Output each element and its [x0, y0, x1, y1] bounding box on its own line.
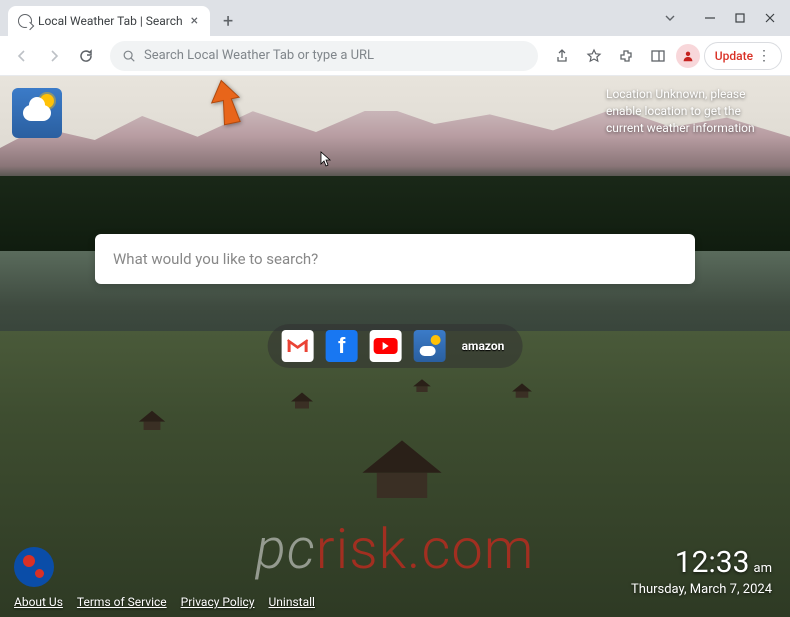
- menu-dots-icon: ⋮: [757, 49, 771, 63]
- search-box[interactable]: [95, 234, 695, 284]
- browser-toolbar: Search Local Weather Tab or type a URL U…: [0, 36, 790, 76]
- page-content: Location Unknown, please enable location…: [0, 76, 790, 617]
- bookmark-icon[interactable]: [580, 42, 608, 70]
- annotation-arrow-icon: [206, 78, 246, 128]
- titlebar: Local Weather Tab | Search × +: [0, 0, 790, 36]
- quicklink-gmail[interactable]: [282, 330, 314, 362]
- footer-link-uninstall[interactable]: Uninstall: [269, 595, 315, 609]
- back-button[interactable]: [8, 42, 36, 70]
- quicklink-weather[interactable]: [414, 330, 446, 362]
- search-favicon-icon: [18, 14, 32, 28]
- footer-links: About Us Terms of Service Privacy Policy…: [14, 595, 315, 609]
- window-controls: [656, 6, 784, 30]
- extensions-icon[interactable]: [612, 42, 640, 70]
- forward-button[interactable]: [40, 42, 68, 70]
- tab-close-icon[interactable]: ×: [189, 13, 200, 29]
- clock-date: Thursday, March 7, 2024: [631, 582, 772, 597]
- omnibox-placeholder: Search Local Weather Tab or type a URL: [144, 48, 374, 63]
- footer-badge-icon[interactable]: [14, 547, 54, 587]
- quicklink-youtube[interactable]: [370, 330, 402, 362]
- new-tab-button[interactable]: +: [214, 7, 242, 35]
- maximize-button[interactable]: [726, 6, 754, 30]
- search-input[interactable]: [113, 250, 677, 268]
- location-message: Location Unknown, please enable location…: [606, 86, 776, 136]
- weather-logo-icon[interactable]: [12, 88, 62, 138]
- update-button[interactable]: Update ⋮: [704, 42, 782, 70]
- clock-time: 12:33am: [631, 545, 772, 580]
- reload-button[interactable]: [72, 42, 100, 70]
- footer-link-privacy[interactable]: Privacy Policy: [181, 595, 255, 609]
- minimize-button[interactable]: [696, 6, 724, 30]
- quicklink-facebook[interactable]: f: [326, 330, 358, 362]
- quicklink-amazon[interactable]: amazon: [458, 330, 509, 362]
- update-label: Update: [715, 49, 753, 63]
- search-icon: [122, 49, 136, 63]
- sidepanel-icon[interactable]: [644, 42, 672, 70]
- tab-search-icon[interactable]: [656, 6, 684, 30]
- footer-link-terms[interactable]: Terms of Service: [77, 595, 167, 609]
- browser-tab[interactable]: Local Weather Tab | Search ×: [8, 6, 210, 36]
- profile-avatar[interactable]: [676, 44, 700, 68]
- share-icon[interactable]: [548, 42, 576, 70]
- close-window-button[interactable]: [756, 6, 784, 30]
- tab-title: Local Weather Tab | Search: [38, 14, 183, 28]
- address-bar[interactable]: Search Local Weather Tab or type a URL: [110, 41, 538, 71]
- footer-link-about[interactable]: About Us: [14, 595, 63, 609]
- quick-links-bar: f amazon: [268, 324, 523, 368]
- clock: 12:33am Thursday, March 7, 2024: [631, 545, 772, 597]
